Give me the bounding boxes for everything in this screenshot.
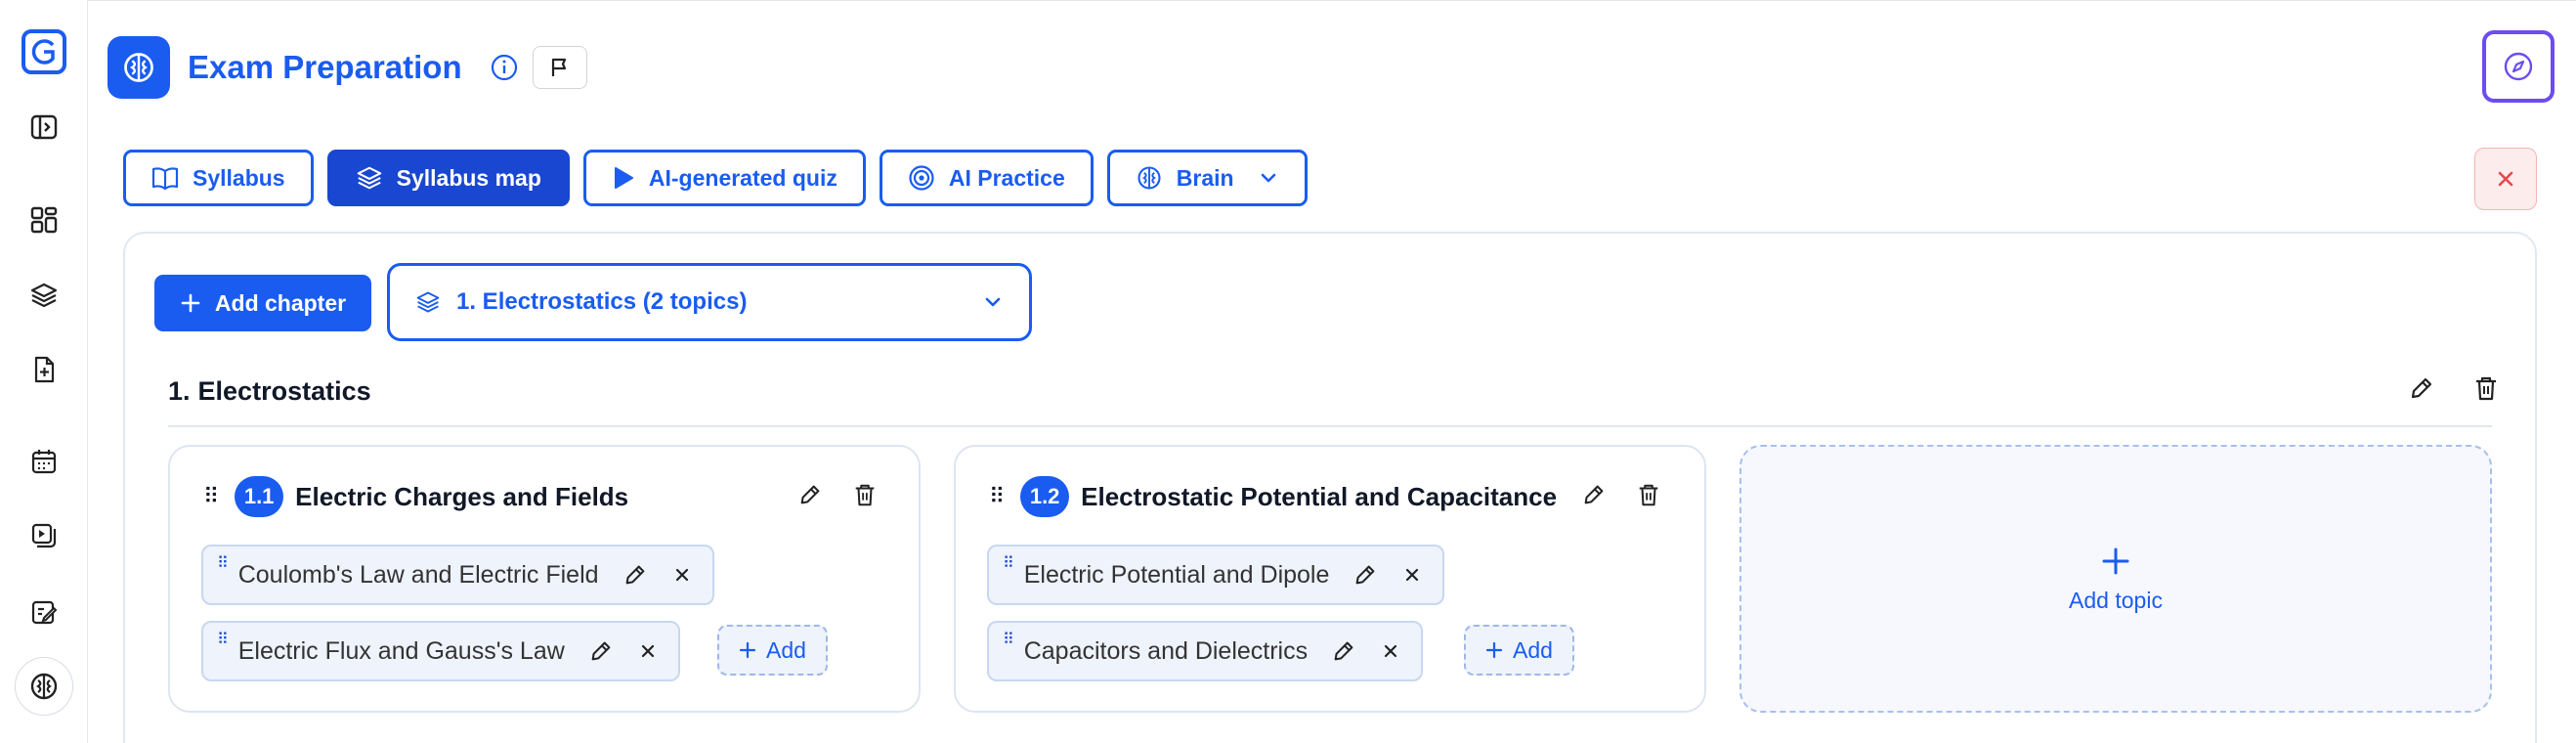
add-chapter-button[interactable]: Add chapter: [154, 275, 371, 331]
drag-handle-icon[interactable]: ⠿: [217, 556, 229, 572]
brain-icon: [107, 36, 170, 99]
tab-label: AI Practice: [948, 164, 1065, 191]
flag-icon: [551, 58, 566, 76]
topic-number-badge: 1.1: [235, 476, 284, 517]
brain-icon[interactable]: [15, 657, 73, 716]
add-subtopic-button[interactable]: Add: [717, 625, 828, 676]
edit-topic-icon[interactable]: [797, 482, 823, 507]
book-icon: [151, 167, 179, 191]
syllabus-map-panel: Add chapter 1. Electrostatics (2 topics)…: [123, 232, 2537, 743]
compass-icon: [2504, 52, 2533, 81]
drag-handle-icon[interactable]: ⠿: [989, 486, 1005, 507]
plus-icon: [739, 641, 756, 659]
topic-header: ⠿ 1.2 Electrostatic Potential and Capaci…: [989, 476, 1557, 517]
layers-icon[interactable]: [24, 276, 64, 315]
add-subtopic-button[interactable]: Add: [1464, 625, 1574, 676]
edit-topic-icon[interactable]: [1581, 482, 1607, 507]
notes-icon[interactable]: [24, 592, 64, 632]
delete-chapter-icon[interactable]: [2472, 374, 2500, 402]
remove-subtopic-icon[interactable]: [1401, 564, 1423, 586]
add-chapter-label: Add chapter: [214, 289, 347, 316]
close-icon: [2498, 171, 2513, 187]
drag-handle-icon[interactable]: ⠿: [1003, 633, 1014, 648]
drag-handle-icon[interactable]: ⠿: [1003, 556, 1014, 572]
plus-icon: [1485, 641, 1503, 659]
drag-handle-icon[interactable]: ⠿: [203, 486, 219, 507]
page-title: Exam Preparation: [188, 49, 462, 85]
layers-icon: [357, 166, 381, 190]
edit-subtopic-icon[interactable]: [1331, 638, 1356, 664]
drag-handle-icon[interactable]: ⠿: [217, 633, 229, 648]
subtopic-chip[interactable]: ⠿ Electric Potential and Dipole: [987, 545, 1445, 605]
topic-card: ⠿ 1.2 Electrostatic Potential and Capaci…: [954, 445, 1706, 713]
plus-icon: [181, 293, 200, 313]
add-topic-label: Add topic: [2069, 587, 2163, 613]
delete-topic-icon[interactable]: [852, 482, 878, 507]
edit-subtopic-icon[interactable]: [588, 638, 614, 664]
brain-icon: [1138, 166, 1161, 190]
chapter-actions: [2408, 374, 2500, 402]
topic-actions: [1581, 482, 1661, 507]
tab-label: Syllabus: [193, 164, 285, 191]
add-subtopic-label: Add: [1513, 636, 1553, 663]
close-button[interactable]: [2474, 148, 2537, 210]
tab-bar: Syllabus Syllabus map AI-generated quiz …: [123, 150, 1308, 206]
tab-syllabus-map[interactable]: Syllabus map: [326, 150, 570, 206]
subtopic-label: Coulomb's Law and Electric Field: [237, 560, 599, 589]
target-icon: [909, 165, 934, 191]
tab-label: Brain: [1176, 164, 1234, 191]
subtopic-label: Electric Potential and Dipole: [1023, 560, 1330, 589]
tab-label: Syllabus map: [396, 164, 541, 191]
collapse-sidebar-icon[interactable]: [24, 108, 64, 147]
edit-subtopic-icon[interactable]: [623, 562, 648, 588]
dashboard-icon[interactable]: [24, 200, 64, 240]
sidebar-rail: [0, 0, 88, 743]
chapter-title: Electrostatics: [197, 376, 371, 406]
edit-chapter-icon[interactable]: [2408, 374, 2435, 402]
subtopic-label: Capacitors and Dielectrics: [1023, 636, 1309, 665]
topic-card: ⠿ 1.1 Electric Charges and Fields ⠿ Coul…: [168, 445, 921, 713]
subtopic-chip[interactable]: ⠿ Electric Flux and Gauss's Law: [201, 621, 680, 681]
video-icon[interactable]: [24, 516, 64, 555]
topic-number-badge: 1.2: [1020, 476, 1070, 517]
chapter-heading: 1. Electrostatics: [168, 376, 371, 407]
divider: [168, 425, 2492, 427]
app-logo-icon[interactable]: [21, 29, 66, 74]
topic-title: Electric Charges and Fields: [295, 481, 629, 511]
remove-subtopic-icon[interactable]: [637, 640, 659, 662]
layers-icon: [416, 291, 440, 313]
chapter-number: 1.: [168, 376, 191, 406]
delete-topic-icon[interactable]: [1636, 482, 1661, 507]
chevron-down-icon: [1261, 173, 1275, 183]
chapter-select[interactable]: 1. Electrostatics (2 topics): [387, 263, 1032, 341]
add-topic-button[interactable]: Add topic: [1739, 445, 2492, 713]
tab-label: AI-generated quiz: [648, 164, 837, 191]
chapter-select-value: 1. Electrostatics (2 topics): [456, 288, 748, 315]
remove-subtopic-icon[interactable]: [671, 564, 693, 586]
edit-subtopic-icon[interactable]: [1352, 562, 1378, 588]
topic-title: Electrostatic Potential and Capacitance: [1081, 481, 1558, 511]
add-file-icon[interactable]: [24, 350, 64, 389]
page-header: Exam Preparation: [107, 36, 587, 99]
tab-ai-generated-quiz[interactable]: AI-generated quiz: [582, 150, 866, 206]
tab-ai-practice[interactable]: AI Practice: [879, 150, 1094, 206]
calendar-icon[interactable]: [24, 442, 64, 481]
subtopic-chip[interactable]: ⠿ Coulomb's Law and Electric Field: [201, 545, 714, 605]
add-subtopic-label: Add: [766, 636, 806, 663]
subtopic-chip[interactable]: ⠿ Capacitors and Dielectrics: [987, 621, 1424, 681]
topic-actions: [797, 482, 878, 507]
plus-icon: [2102, 547, 2129, 574]
main-panel: Exam Preparation Syllabus Syllabus map A…: [88, 0, 2576, 743]
info-icon[interactable]: [490, 53, 519, 82]
topic-header: ⠿ 1.1 Electric Charges and Fields: [203, 476, 628, 517]
tab-brain[interactable]: Brain: [1106, 150, 1308, 206]
play-icon: [614, 167, 633, 189]
chevron-down-icon: [985, 297, 1001, 307]
compass-button[interactable]: [2482, 30, 2555, 103]
tab-syllabus[interactable]: Syllabus: [123, 150, 314, 206]
subtopic-label: Electric Flux and Gauss's Law: [237, 636, 565, 665]
flag-button[interactable]: [532, 46, 587, 89]
remove-subtopic-icon[interactable]: [1380, 640, 1401, 662]
